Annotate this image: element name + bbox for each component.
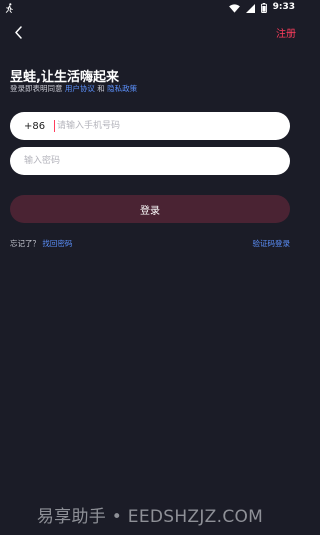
agreement-text: 登录即表明同意 用户协议 和 隐私政策 (10, 83, 137, 94)
text-cursor (54, 120, 55, 132)
signal-icon (245, 0, 255, 17)
top-nav: 注册 (0, 22, 300, 42)
user-agreement-link[interactable]: 用户协议 (65, 84, 95, 93)
password-field[interactable] (10, 147, 290, 175)
sms-login-link[interactable]: 验证码登录 (253, 238, 291, 249)
privacy-policy-link[interactable]: 隐私政策 (107, 84, 137, 93)
agreement-prefix: 登录即表明同意 (10, 84, 63, 93)
password-input[interactable] (24, 147, 290, 175)
forgot-password-text: 忘记了？ 找回密码 (10, 238, 72, 249)
running-person-icon (5, 0, 14, 17)
retrieve-password-link[interactable]: 找回密码 (42, 239, 72, 248)
back-button[interactable] (10, 24, 26, 40)
phone-field[interactable]: +86 (10, 112, 290, 140)
battery-icon (260, 0, 267, 17)
agreement-and: 和 (97, 84, 105, 93)
login-button[interactable]: 登录 (10, 195, 290, 223)
forgot-prefix: 忘记了？ (10, 239, 40, 248)
register-link[interactable]: 注册 (276, 25, 296, 40)
watermark: 易享助手 • EEDSHZJZ.COM (36, 507, 264, 527)
status-bar: 9:33 (0, 0, 300, 14)
country-code-selector[interactable]: +86 (24, 121, 54, 132)
status-time: 9:33 (272, 2, 295, 12)
chevron-left-icon (14, 25, 22, 39)
wifi-icon (228, 0, 240, 17)
phone-input[interactable] (57, 112, 290, 140)
